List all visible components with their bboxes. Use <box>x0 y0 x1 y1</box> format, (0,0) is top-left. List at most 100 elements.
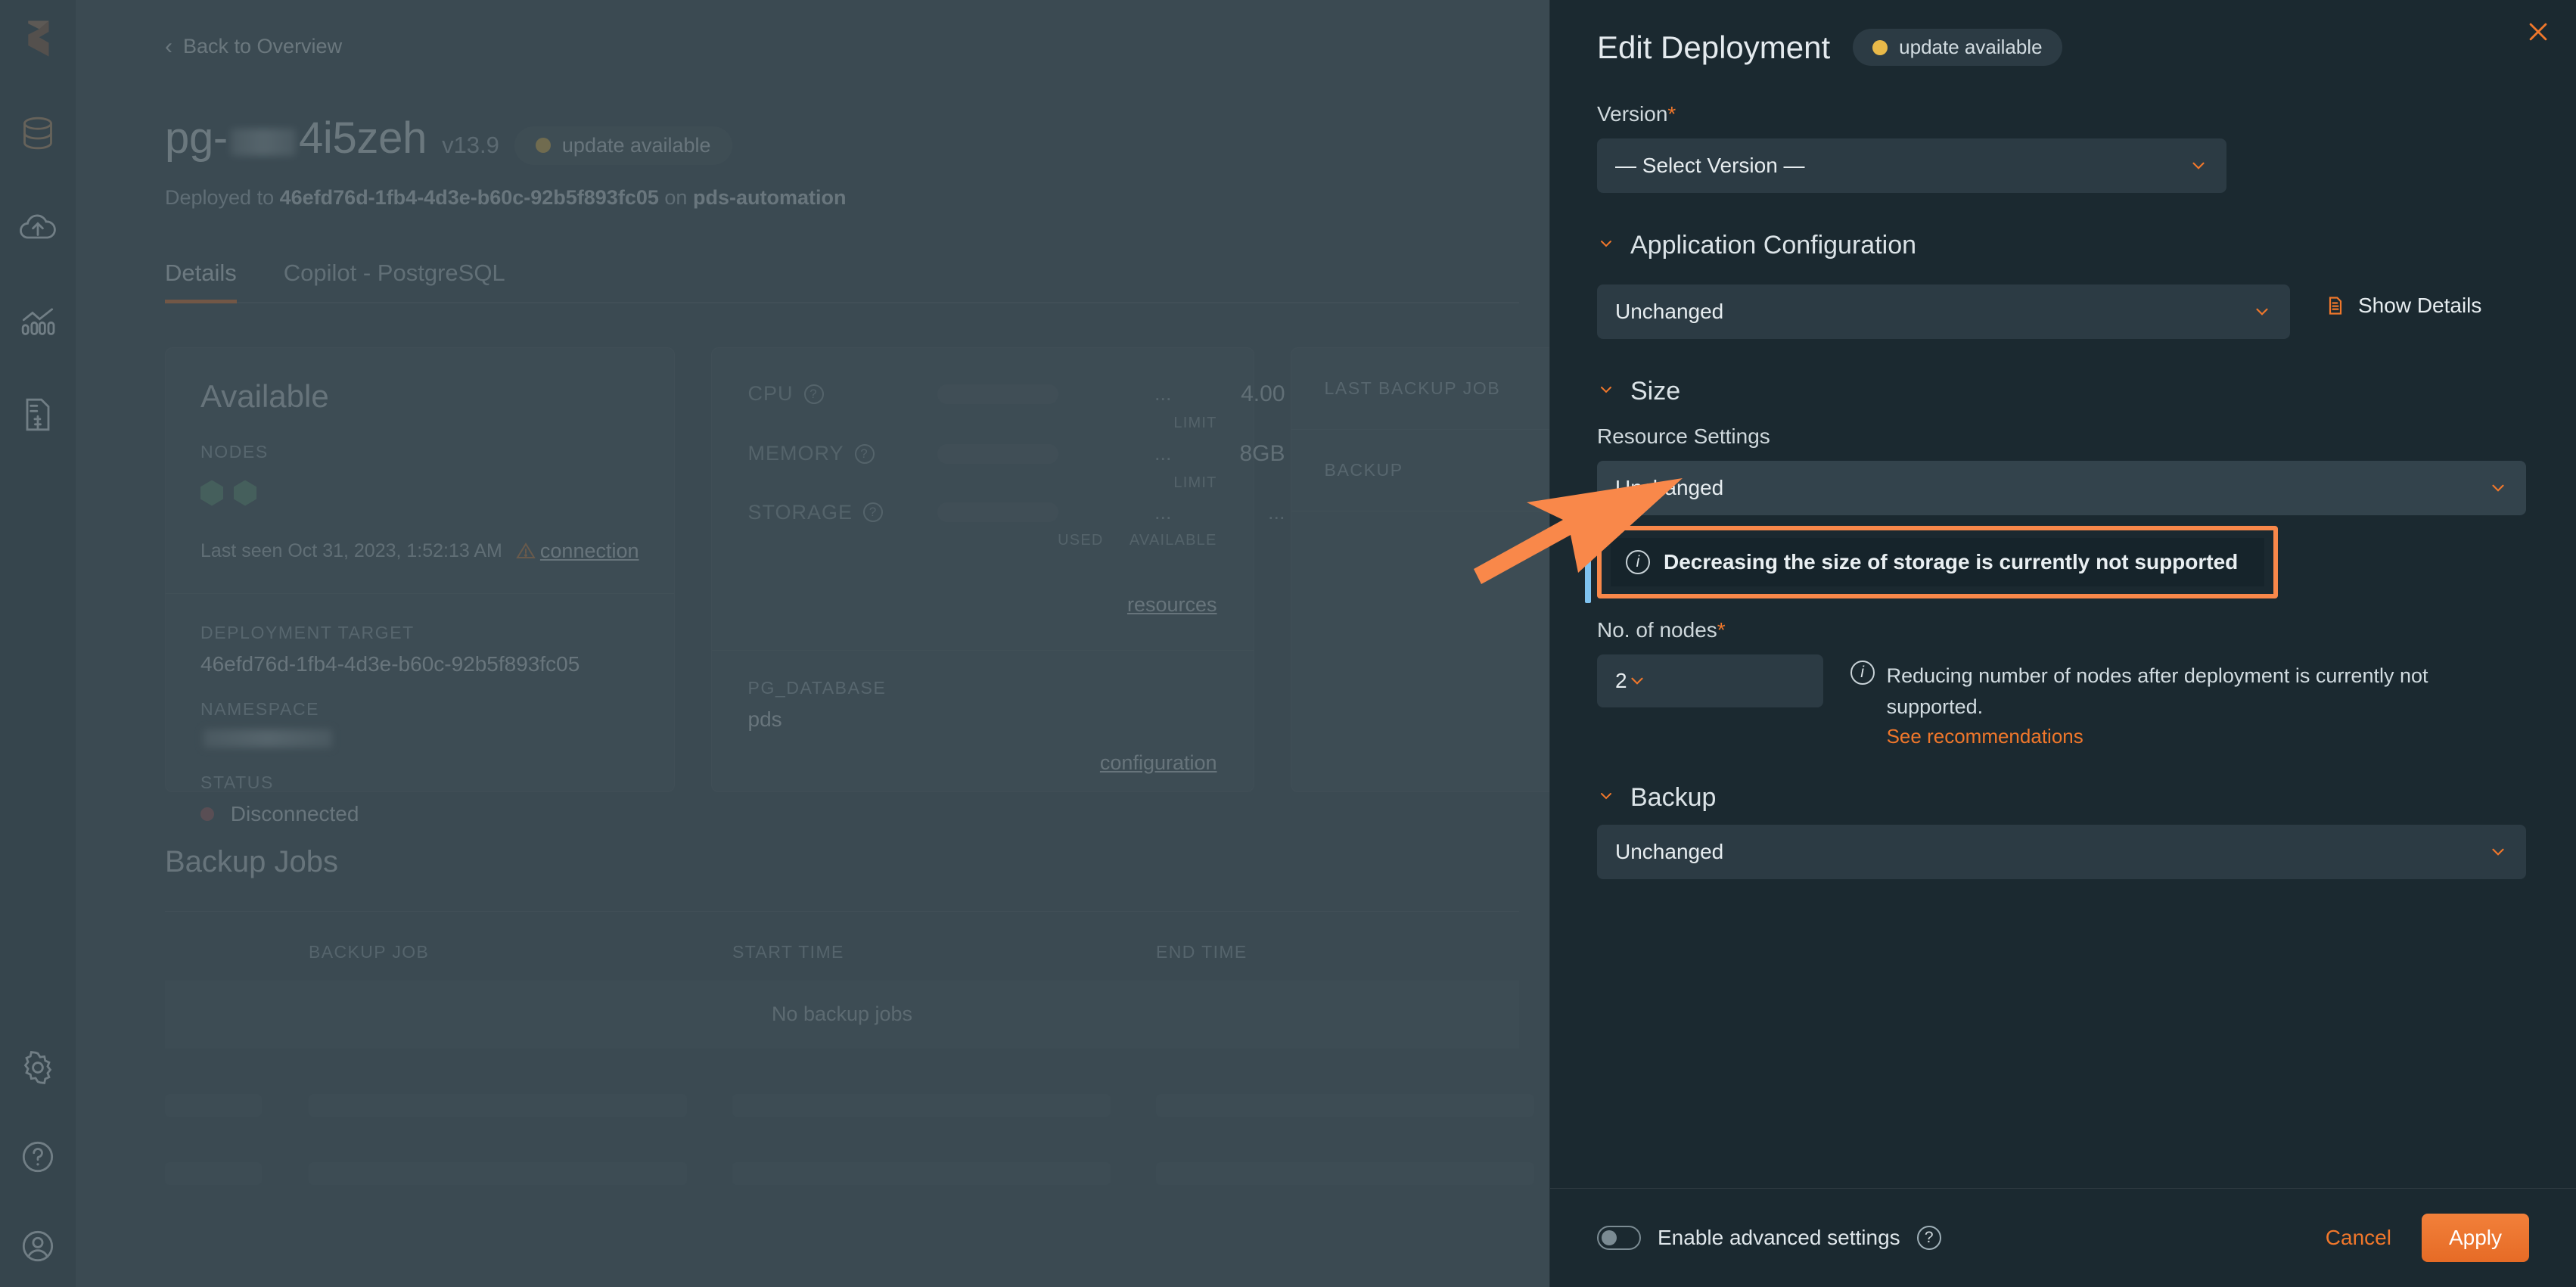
version-select[interactable]: — Select Version — <box>1597 138 2226 193</box>
memory-limit-label: LIMIT <box>1173 474 1217 491</box>
chevron-down-icon <box>1597 235 1615 256</box>
app-root: ‹ Back to Overview pg- 4i5zeh v13.9 upda… <box>0 0 2576 1287</box>
resources-link[interactable]: resources <box>1127 593 1217 616</box>
backup-label: BACKUP <box>1324 459 1403 480</box>
chevron-down-icon <box>2189 156 2208 176</box>
storage-available-value: ... <box>1268 500 1285 524</box>
nodes-label: NODES <box>200 441 269 462</box>
deployed-on: on <box>664 185 688 209</box>
amber-dot-icon <box>535 138 551 153</box>
nodes-indicator <box>200 480 639 506</box>
status-value: Disconnected <box>230 801 359 825</box>
deployment-target-label: DEPLOYMENT TARGET <box>200 622 415 642</box>
help-circle-icon[interactable]: ? <box>1916 1226 1941 1250</box>
deployment-details-page: ‹ Back to Overview pg- 4i5zeh v13.9 upda… <box>76 0 1593 1287</box>
backup-block: BACKUP <box>1291 430 1592 511</box>
left-nav-bottom <box>0 1046 76 1267</box>
resource-settings-value: Unchanged <box>1615 476 1724 499</box>
storage-label: STORAGE <box>747 500 853 524</box>
deployed-namespace: pds-automation <box>692 185 847 209</box>
col-end-time: END TIME <box>1156 941 1248 962</box>
portworx-logo[interactable] <box>16 17 60 61</box>
panel-title: Edit Deployment <box>1597 29 1831 65</box>
nodes-select[interactable]: 2 <box>1597 654 1823 707</box>
monitoring-chart-icon[interactable] <box>17 300 59 342</box>
cloud-upload-icon[interactable] <box>17 206 59 248</box>
skeleton-cell <box>165 1162 262 1185</box>
configuration-link[interactable]: configuration <box>1100 751 1217 774</box>
help-circle-icon[interactable] <box>17 1136 59 1178</box>
back-to-overview-link[interactable]: ‹ Back to Overview <box>165 35 1593 58</box>
skeleton-cell <box>1156 1162 1534 1185</box>
metric-row-storage: STORAGE ? ... ... <box>748 501 1285 524</box>
deployed-prefix: Deployed to <box>165 185 275 209</box>
chevron-left-icon: ‹ <box>165 33 172 59</box>
backup-section-header[interactable]: Backup <box>1597 783 2526 813</box>
storage-warning-highlight: i Decreasing the size of storage is curr… <box>1585 526 2278 603</box>
storage-available-label: AVAILABLE <box>1129 531 1217 549</box>
status-card-heading: Available <box>200 378 329 414</box>
panel-update-badge-label: update available <box>1899 36 2043 58</box>
help-circle-icon[interactable]: ? <box>863 502 884 522</box>
show-details-button[interactable]: Show Details <box>2325 294 2481 318</box>
tab-details[interactable]: Details <box>165 260 237 303</box>
application-configuration-title: Application Configuration <box>1630 231 1917 260</box>
backup-card: LAST BACKUP JOB BACKUP <box>1291 347 1593 792</box>
node-hex-icon <box>234 480 256 506</box>
metric-bar-skeleton <box>937 384 1058 404</box>
status-label: STATUS <box>200 772 274 792</box>
skeleton-cell <box>309 1162 687 1185</box>
table-header-row: BACKUP JOB START TIME END TIME <box>165 911 1519 962</box>
info-icon: i <box>1626 550 1650 574</box>
close-icon[interactable] <box>2520 14 2556 50</box>
advanced-settings-label: Enable advanced settings <box>1658 1226 1900 1249</box>
advanced-settings-toggle[interactable] <box>1597 1226 1641 1250</box>
chevron-down-icon <box>1627 671 1647 691</box>
table-row-skeleton <box>165 1162 1519 1185</box>
size-section-header[interactable]: Size <box>1597 377 2526 406</box>
version-label-text: Version <box>1597 102 1668 126</box>
connection-link[interactable]: connection <box>540 539 639 563</box>
application-configuration-select[interactable]: Unchanged <box>1597 284 2290 339</box>
application-configuration-section-header[interactable]: Application Configuration <box>1597 231 2526 260</box>
version-select-value: — Select Version — <box>1615 154 1805 177</box>
metric-sub-memory: LIMIT <box>748 474 1217 492</box>
application-configuration-value: Unchanged <box>1615 300 1724 323</box>
toggle-knob <box>1602 1230 1617 1245</box>
backup-jobs-table: BACKUP JOB START TIME END TIME No backup… <box>165 911 1519 1185</box>
nodes-select-value: 2 <box>1615 669 1627 692</box>
metric-bar-skeleton <box>937 444 1058 464</box>
last-seen-group: Last seen Oct 31, 2023, 1:52:13 AM <box>200 540 536 562</box>
cancel-button[interactable]: Cancel <box>2326 1226 2391 1250</box>
metric-name-storage: STORAGE ? <box>748 501 937 524</box>
tab-copilot-postgresql[interactable]: Copilot - PostgreSQL <box>284 260 505 302</box>
billing-document-icon[interactable] <box>17 393 59 436</box>
backup-select[interactable]: Unchanged <box>1597 825 2526 879</box>
alert-accent-bar <box>1585 546 1591 603</box>
chevron-down-icon <box>2252 302 2272 322</box>
apply-button[interactable]: Apply <box>2421 1214 2529 1262</box>
user-circle-icon[interactable] <box>17 1225 59 1267</box>
help-circle-icon[interactable]: ? <box>854 443 875 464</box>
status-value-row: Disconnected <box>200 802 639 826</box>
backup-card-inner: LAST BACKUP JOB <box>1291 348 1592 429</box>
skeleton-cell <box>732 1162 1111 1185</box>
chevron-down-icon <box>2488 842 2508 862</box>
resources-card-inner: CPU ? ... 4.00 LIMIT MEMORY ? ... 8GB LI… <box>712 348 1285 650</box>
deployed-target: 46efd76d-1fb4-4d3e-b60c-92b5f893fc05 <box>279 185 659 209</box>
gear-icon[interactable] <box>17 1046 59 1089</box>
resource-settings-select[interactable]: Unchanged <box>1597 461 2526 515</box>
red-dot-icon <box>200 807 214 821</box>
database-icon[interactable] <box>17 112 59 154</box>
backup-jobs-heading: Backup Jobs <box>165 844 339 878</box>
panel-footer: Enable advanced settings ? Cancel Apply <box>1550 1188 2576 1287</box>
help-circle-icon[interactable]: ? <box>803 384 824 404</box>
required-asterisk: * <box>1717 618 1726 642</box>
see-recommendations-link[interactable]: See recommendations <box>1887 725 2526 748</box>
cpu-label: CPU <box>747 382 794 405</box>
page-title-suffix: 4i5zeh <box>298 113 427 163</box>
backup-section-title: Backup <box>1630 783 1717 812</box>
resource-settings-label: Resource Settings <box>1597 424 1770 448</box>
advanced-settings-group: Enable advanced settings ? <box>1597 1226 1941 1250</box>
cpu-limit-label: LIMIT <box>1173 414 1217 431</box>
